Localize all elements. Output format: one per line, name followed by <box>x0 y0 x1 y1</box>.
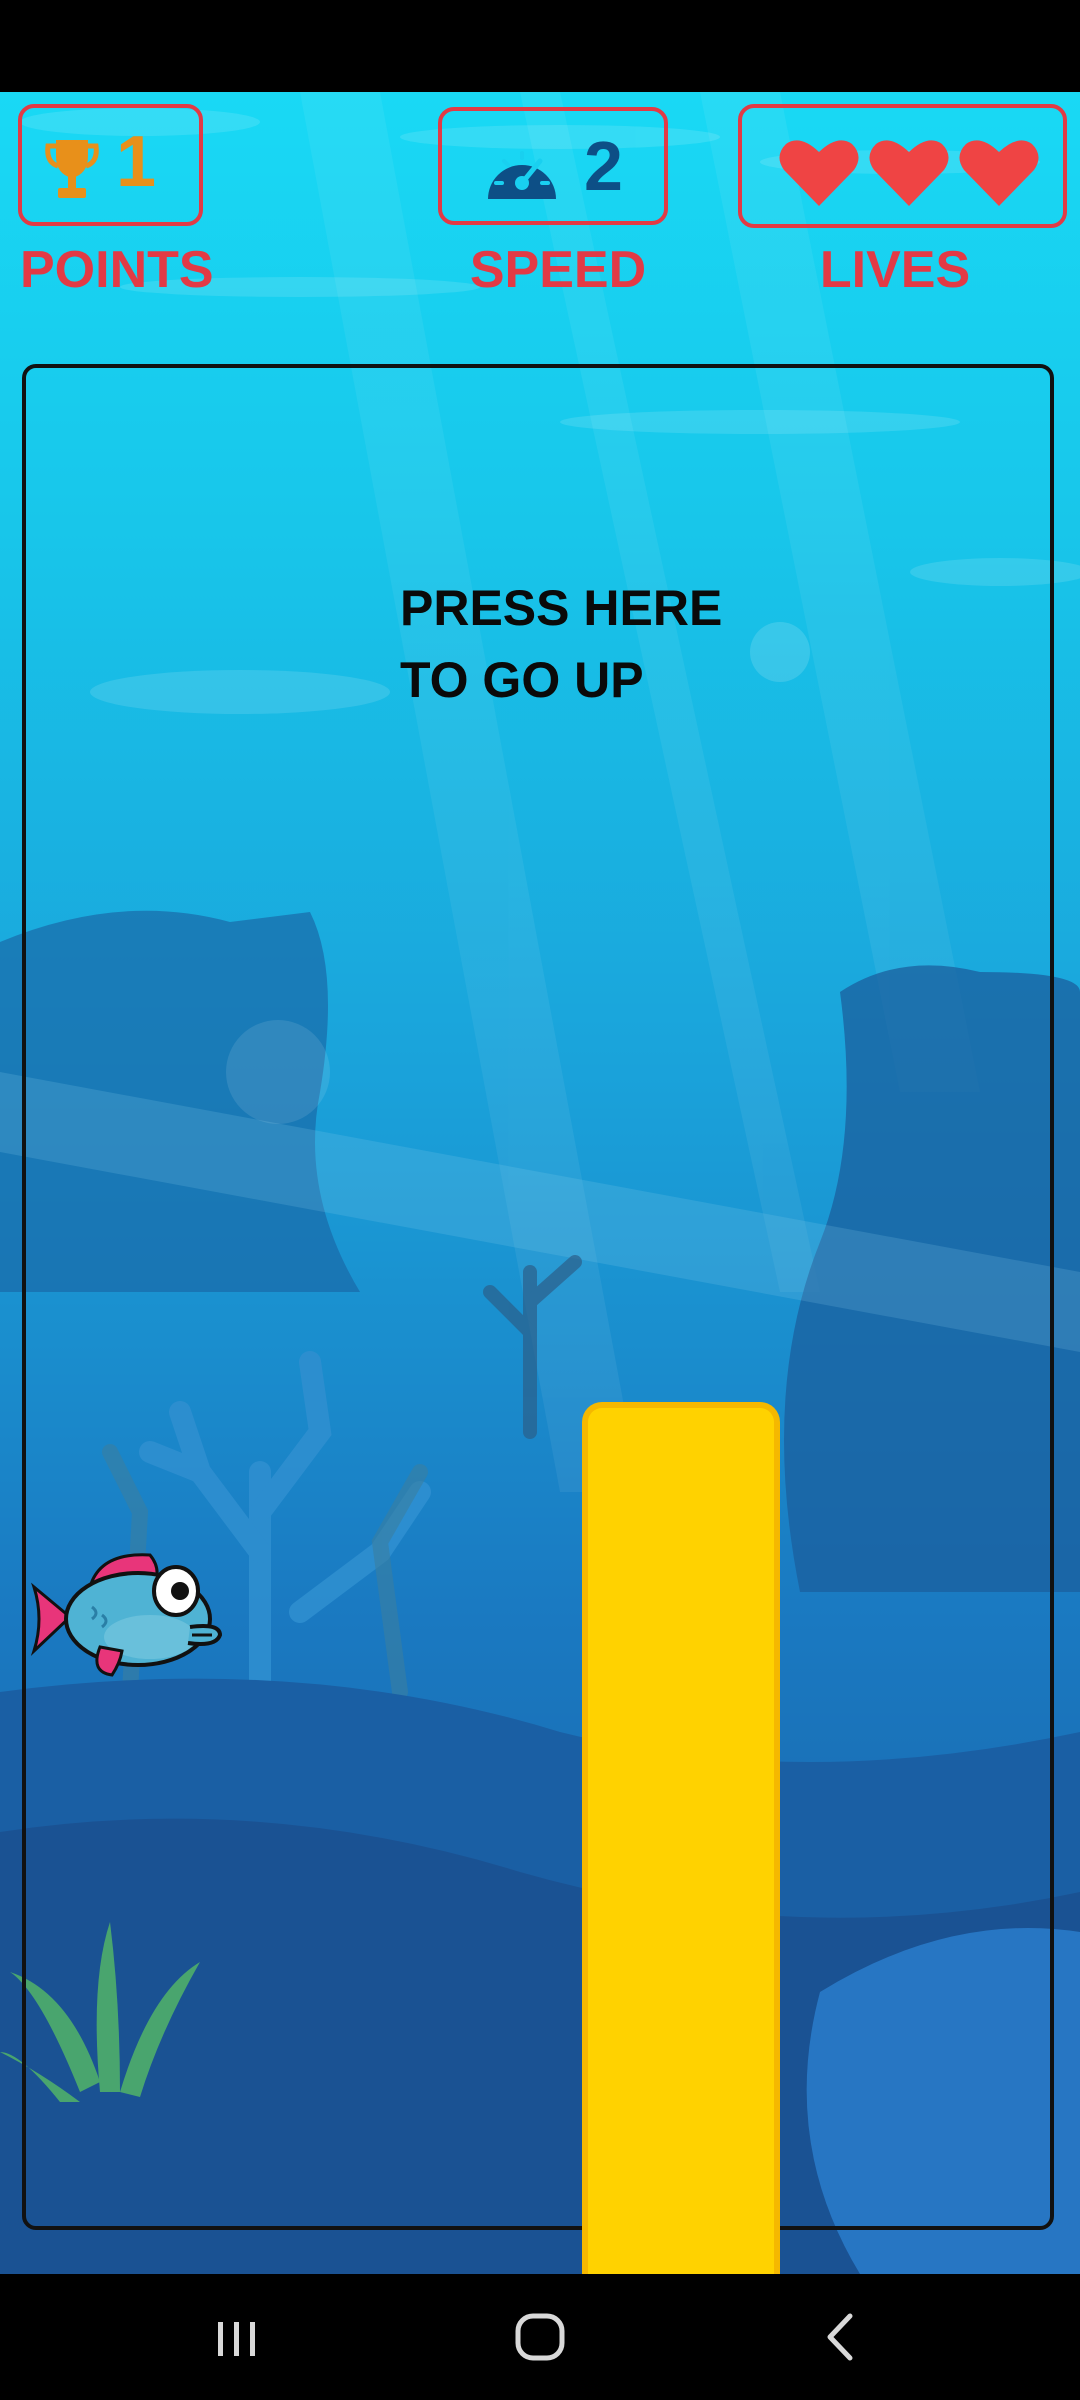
heart-icon <box>958 136 1040 213</box>
home-icon[interactable] <box>500 2304 580 2370</box>
back-icon[interactable] <box>800 2304 880 2370</box>
status-bar <box>0 0 1080 92</box>
tap-instruction: PRESS HERE TO GO UP <box>400 572 722 716</box>
speed-value: 2 <box>584 127 623 205</box>
lives-label: LIVES <box>819 241 971 299</box>
navigation-bar <box>0 2274 1080 2400</box>
recents-icon[interactable] <box>196 2304 276 2370</box>
points-label: POINTS <box>20 241 214 299</box>
points-panel: 1 <box>18 104 203 226</box>
heart-icon <box>868 136 950 213</box>
instruction-line-2: TO GO UP <box>400 652 644 708</box>
yellow-pillar-obstacle <box>582 1402 780 2274</box>
game-screen[interactable]: 1 POINTS 2 SPEED LIVES PRESS HERE TO GO … <box>0 92 1080 2274</box>
instruction-line-1: PRESS HERE <box>400 580 723 636</box>
speedometer-icon <box>482 139 562 214</box>
speed-panel: 2 <box>438 107 668 225</box>
fish-player <box>30 1547 230 1687</box>
trophy-icon <box>44 136 100 207</box>
heart-icon <box>778 136 860 213</box>
points-value: 1 <box>116 122 157 202</box>
lives-panel <box>738 104 1067 228</box>
speed-label: SPEED <box>469 241 647 299</box>
